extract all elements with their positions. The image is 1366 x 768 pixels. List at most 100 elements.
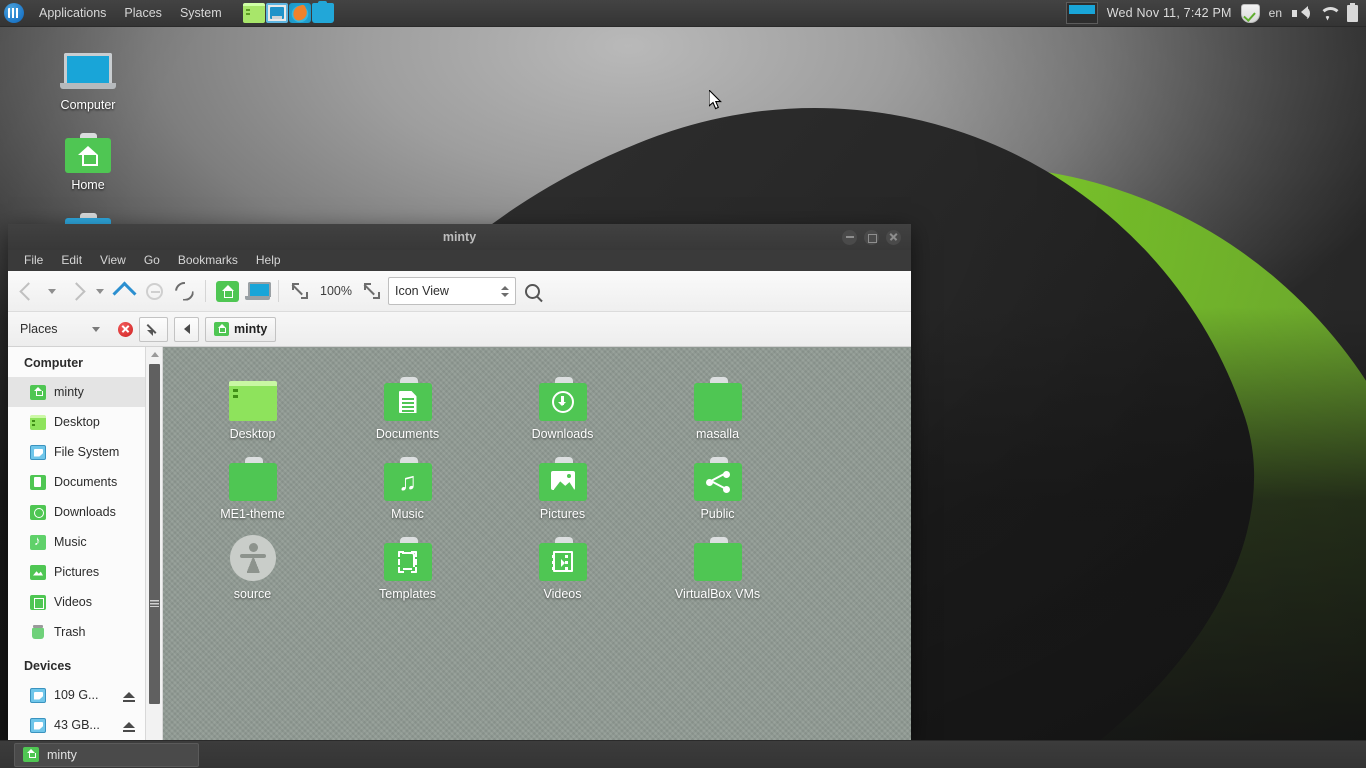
sidebar-item-file-system[interactable]: File System <box>8 437 145 467</box>
zoom-out-button[interactable] <box>286 277 314 305</box>
volume-icon[interactable] <box>1291 4 1310 23</box>
menu-file[interactable]: File <box>16 250 51 271</box>
show-desktop-icon[interactable] <box>242 3 265 23</box>
stop-button <box>140 277 168 305</box>
sidebar-item-pictures[interactable]: Pictures <box>8 557 145 587</box>
toolbar-separator <box>205 280 206 302</box>
desktop-icon-computer[interactable]: Computer <box>40 48 136 112</box>
close-button[interactable] <box>886 229 901 245</box>
file-item-pictures[interactable]: Pictures <box>485 441 640 521</box>
taskbar-window-minty[interactable]: minty <box>14 742 199 767</box>
shield-icon[interactable] <box>1240 3 1260 23</box>
pictures-folder-icon <box>485 449 640 501</box>
sidebar-item-minty[interactable]: minty <box>8 377 145 407</box>
menu-system[interactable]: System <box>171 0 231 27</box>
menu-help[interactable]: Help <box>248 250 289 271</box>
file-item-masalla[interactable]: masalla <box>640 361 795 441</box>
window-title: minty <box>442 230 477 244</box>
menu-go[interactable]: Go <box>136 250 168 271</box>
scroll-up-icon[interactable] <box>151 352 159 357</box>
file-item-documents[interactable]: Documents <box>330 361 485 441</box>
wifi-icon[interactable] <box>1319 4 1338 23</box>
path-scroll-left-button[interactable] <box>174 316 199 342</box>
zoom-in-button[interactable] <box>358 277 386 305</box>
menu-view[interactable]: View <box>92 250 134 271</box>
desktop-icon-home[interactable]: Home <box>40 128 136 192</box>
edit-path-button[interactable] <box>139 316 168 342</box>
sidebar-header-computer: Computer <box>24 356 84 370</box>
places-sidebar: Computer minty Desktop File System Docum… <box>8 347 146 740</box>
sidebar-item-device-43gb[interactable]: 43 GB... <box>8 710 145 740</box>
mint-menu-icon[interactable] <box>4 3 24 23</box>
file-item-source[interactable]: source <box>175 521 330 601</box>
file-item-templates[interactable]: Templates <box>330 521 485 601</box>
chevron-down-icon[interactable] <box>92 326 100 332</box>
forward-button[interactable] <box>62 277 90 305</box>
sidebar-item-videos[interactable]: Videos <box>8 587 145 617</box>
back-button[interactable] <box>14 277 42 305</box>
folder-icon <box>640 369 795 421</box>
file-label: ME1-theme <box>220 507 285 521</box>
minimize-button[interactable] <box>842 229 857 245</box>
sidebar-item-downloads[interactable]: Downloads <box>8 497 145 527</box>
workspace-switcher[interactable] <box>1065 2 1098 24</box>
file-item-music[interactable]: ♫ Music <box>330 441 485 521</box>
sidebar-item-device-109g[interactable]: 109 G... <box>8 680 145 710</box>
clock[interactable]: Wed Nov 11, 7:42 PM <box>1107 6 1232 20</box>
keyboard-layout-indicator[interactable]: en <box>1269 6 1282 20</box>
sidebar-item-trash[interactable]: Trash <box>8 617 145 647</box>
menu-applications[interactable]: Applications <box>30 0 115 27</box>
reload-button[interactable] <box>170 277 198 305</box>
back-history-dropdown[interactable] <box>44 277 60 305</box>
sidebar-item-desktop[interactable]: Desktop <box>8 407 145 437</box>
files-icon[interactable] <box>311 1 334 23</box>
breadcrumb-minty[interactable]: minty <box>205 316 277 342</box>
file-label: masalla <box>695 427 740 441</box>
terminal-icon[interactable] <box>265 3 288 23</box>
file-label: VirtualBox VMs <box>674 587 761 601</box>
menu-bar: File Edit View Go Bookmarks Help <box>8 250 911 271</box>
eject-icon[interactable] <box>123 722 135 732</box>
window-titlebar[interactable]: minty <box>8 224 911 250</box>
pictures-icon <box>30 564 46 580</box>
places-label[interactable]: Places <box>14 322 86 336</box>
battery-icon[interactable] <box>1347 3 1358 22</box>
files-pane[interactable]: Desktop Documents Downloads masalla ME1-… <box>163 347 911 740</box>
scrollbar-thumb[interactable] <box>149 364 160 704</box>
file-item-videos[interactable]: Videos <box>485 521 640 601</box>
sidebar-item-label: Downloads <box>54 505 116 519</box>
window-controls <box>842 229 911 245</box>
sidebar-item-label: File System <box>54 445 120 459</box>
sidebar-item-documents[interactable]: Documents <box>8 467 145 497</box>
view-mode-select[interactable]: Icon View <box>387 277 516 305</box>
documents-icon <box>30 474 46 490</box>
pane-resize-grip[interactable] <box>150 600 159 607</box>
file-item-public[interactable]: Public <box>640 441 795 521</box>
file-item-virtualbox-vms[interactable]: VirtualBox VMs <box>640 521 795 601</box>
computer-button[interactable] <box>243 277 271 305</box>
file-item-me1-theme[interactable]: ME1-theme <box>175 441 330 521</box>
home-button[interactable] <box>213 277 241 305</box>
search-button[interactable] <box>518 277 546 305</box>
maximize-button[interactable] <box>864 229 879 245</box>
menu-bookmarks[interactable]: Bookmarks <box>170 250 246 271</box>
file-item-desktop[interactable]: Desktop <box>175 361 330 441</box>
up-button[interactable] <box>110 277 138 306</box>
sidebar-item-label: 109 G... <box>54 688 99 702</box>
trash-icon <box>30 624 46 640</box>
menu-edit[interactable]: Edit <box>53 250 90 271</box>
firefox-icon[interactable] <box>288 3 311 23</box>
top-panel: Applications Places System Wed Nov 11, 7… <box>0 0 1366 27</box>
file-item-downloads[interactable]: Downloads <box>485 361 640 441</box>
spinner-arrows-icon <box>500 285 509 297</box>
menu-places[interactable]: Places <box>115 0 171 27</box>
eject-icon[interactable] <box>123 692 135 702</box>
desktop-icon-label: Home <box>71 178 105 192</box>
close-sidebar-button[interactable] <box>118 321 133 337</box>
downloads-folder-icon <box>485 369 640 421</box>
videos-icon <box>30 594 46 610</box>
sidebar-scrollbar[interactable] <box>146 347 163 740</box>
forward-history-dropdown[interactable] <box>92 277 108 305</box>
panel-launchers <box>242 1 334 23</box>
sidebar-item-music[interactable]: Music <box>8 527 145 557</box>
